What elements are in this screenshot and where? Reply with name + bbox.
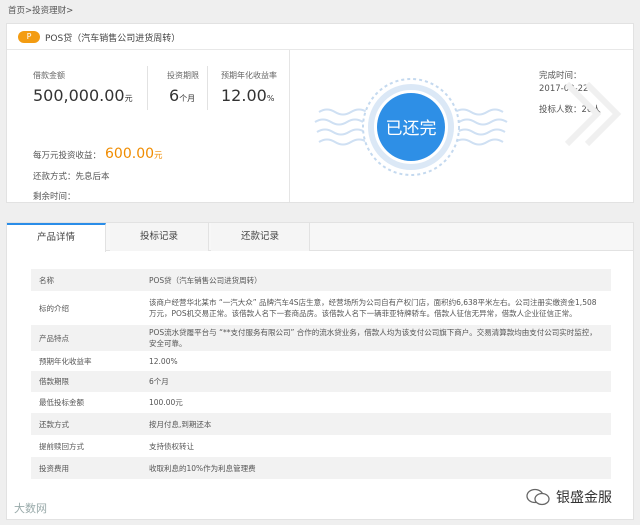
divider: [207, 66, 208, 110]
row-key: 标的介绍: [39, 303, 69, 313]
watermark-left: 大数网: [14, 502, 47, 515]
row-key: 产品特点: [31, 325, 141, 351]
rate-label: 预期年化收益率: [221, 71, 277, 80]
term-number: 6: [169, 86, 180, 105]
income-value: 600.00: [105, 146, 155, 162]
income-unit: 元: [154, 151, 163, 161]
breadcrumb-home[interactable]: 首页: [8, 6, 25, 16]
income-row: 每万元投资收益： 600.00元: [33, 146, 163, 162]
wechat-icon: [526, 488, 550, 506]
rate-value: 12.00%: [221, 86, 274, 105]
detail-tabs: 产品详情 投标记录 还款记录: [7, 223, 633, 252]
term-unit: 个月: [179, 94, 196, 103]
tab-repayment-records[interactable]: 还款记录: [211, 223, 310, 251]
row-value: 12.00%: [149, 356, 178, 366]
watermark-right: 银盛金服: [526, 487, 612, 507]
product-header: P POS贷（汽车销售公司进货周转）: [7, 24, 633, 50]
table-row: 借款期限 6个月: [31, 371, 611, 392]
row-key: 名称: [31, 269, 141, 291]
table-row: 预期年化收益率 12.00%: [31, 351, 611, 371]
row-value: 支持债权转让: [149, 441, 194, 451]
product-type-badge: P: [18, 31, 40, 43]
table-row: 产品特点 POS流水贷履平台与 “**支付服务有限公司” 合作的流水贷业务，借款人…: [31, 325, 611, 351]
detail-panel: 产品详情 投标记录 还款记录 名称 POS贷（汽车销售公司进货周转） 标的介绍 该商…: [6, 222, 634, 520]
income-label: 每万元投资收益：: [33, 151, 102, 161]
row-value: POS流水贷履平台与 “**支付服务有限公司” 合作的流水贷业务，借款人均为该支…: [141, 325, 611, 351]
row-value: 按月付息,到期还本: [141, 413, 611, 435]
row-key: 还款方式: [31, 413, 141, 435]
breadcrumb: 首页>投资理财>: [8, 4, 73, 16]
table-row: 还款方式 按月付息,到期还本: [31, 413, 611, 435]
breadcrumb-tail: >: [66, 6, 74, 16]
stamp-graphic: 已还完: [314, 78, 508, 176]
row-key: 投资费用: [31, 457, 141, 479]
decorative-chevrons: [564, 81, 622, 147]
repaid-stamp: 已还完: [291, 50, 531, 202]
remaining-time: 剩余时间：: [33, 192, 76, 202]
amount-value: 500,000.00元: [33, 86, 133, 105]
tab-bid-records[interactable]: 投标记录: [110, 223, 209, 251]
row-key: 借款期限: [31, 371, 141, 392]
product-detail-table: 名称 POS贷（汽车销售公司进货周转） 标的介绍 该商户经营华北某市 “一汽大众” …: [31, 269, 611, 479]
table-row: 提前赎回方式 支持债权转让: [31, 435, 611, 457]
product-title: POS贷（汽车销售公司进货周转）: [45, 34, 181, 44]
row-value: 6个月: [141, 371, 611, 392]
row-value: 该商户经营华北某市 “一汽大众” 品牌汽车4S店生意，经营场所为公司自有产权门店…: [149, 298, 597, 318]
term-label: 投资期限: [167, 71, 199, 80]
breadcrumb-section[interactable]: 投资理财: [32, 6, 66, 16]
row-key: 提前赎回方式: [39, 441, 84, 451]
table-row: 名称 POS贷（汽车销售公司进货周转）: [31, 269, 611, 291]
row-key: 最低投标金额: [39, 398, 84, 407]
row-value: 100.00元: [149, 398, 183, 407]
tab-product-details[interactable]: 产品详情: [7, 223, 106, 252]
watermark-brand: 银盛金服: [556, 490, 612, 506]
product-stats: 借款金额 500,000.00元 投资期限 6个月 预期年化收益率 12.00%…: [7, 50, 290, 202]
amount-number: 500,000.00: [33, 86, 125, 105]
row-value: POS贷（汽车销售公司进货周转）: [141, 269, 611, 291]
divider: [147, 66, 148, 110]
table-row: 最低投标金额 100.00元: [31, 392, 611, 413]
row-value: 收取利息的10%作为利息管理费: [141, 457, 611, 479]
rate-number: 12.00: [221, 86, 267, 105]
term-value: 6个月: [169, 86, 195, 105]
amount-label: 借款金额: [33, 71, 65, 80]
repay-method: 还款方式：先息后本: [33, 172, 110, 182]
stamp-text: 已还完: [386, 119, 437, 139]
product-summary-panel: P POS贷（汽车销售公司进货周转） 借款金额 500,000.00元 投资期限…: [6, 23, 634, 203]
amount-unit: 元: [124, 94, 133, 103]
row-key: 预期年化收益率: [39, 356, 92, 366]
rate-unit: %: [266, 94, 275, 103]
table-row: 标的介绍 该商户经营华北某市 “一汽大众” 品牌汽车4S店生意，经营场所为公司自有…: [31, 291, 611, 325]
table-row: 投资费用 收取利息的10%作为利息管理费: [31, 457, 611, 479]
